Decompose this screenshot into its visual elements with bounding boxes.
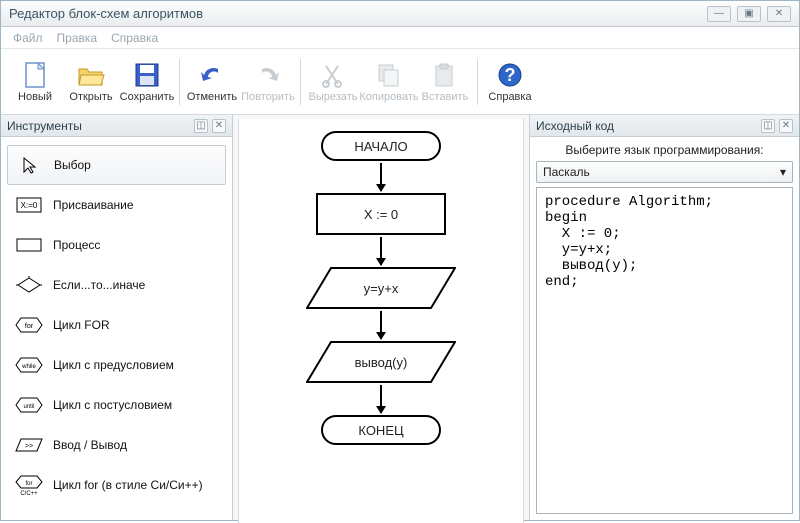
- svg-text:while: while: [21, 364, 36, 370]
- tools-panel-header: Инструменты ◫ ✕: [1, 115, 232, 137]
- app-window: Редактор блок-схем алгоритмов — ▣ ✕ Файл…: [0, 0, 800, 521]
- toolbar-separator: [300, 59, 301, 105]
- code-view[interactable]: procedure Algorithm; begin X := 0; y=y+x…: [536, 187, 793, 514]
- svg-text:X:=0: X:=0: [21, 201, 38, 210]
- tool-label: Процесс: [53, 238, 100, 252]
- tool-label: Цикл for (в стиле Си/Си++): [53, 478, 203, 492]
- language-label: Выберите язык программирования:: [536, 143, 793, 157]
- panel-float-icon[interactable]: ◫: [194, 119, 208, 133]
- tool-select[interactable]: Выбор: [7, 145, 226, 185]
- panel-close-icon[interactable]: ✕: [779, 119, 793, 133]
- svg-text:?: ?: [505, 65, 516, 85]
- cut-button[interactable]: Вырезать: [305, 53, 361, 111]
- flow-assign[interactable]: X := 0: [316, 193, 446, 235]
- toolbar-separator: [179, 59, 180, 105]
- close-button[interactable]: ✕: [767, 6, 791, 22]
- tools-list: Выбор X:=0 Присваивание Процесс Если...т…: [1, 137, 232, 520]
- for-loop-icon: for: [15, 315, 43, 335]
- undo-button[interactable]: Отменить: [184, 53, 240, 111]
- source-panel-title: Исходный код: [536, 119, 614, 133]
- help-button[interactable]: ? Справка: [482, 53, 538, 111]
- tool-if[interactable]: Если...то...иначе: [7, 265, 226, 305]
- tool-label: Цикл с предусловием: [53, 358, 174, 372]
- paste-button[interactable]: Вставить: [417, 53, 473, 111]
- cursor-icon: [16, 155, 44, 175]
- tool-for[interactable]: for Цикл FOR: [7, 305, 226, 345]
- save-icon: [133, 61, 161, 89]
- flow-arrow: [380, 311, 382, 339]
- tool-label: Цикл с постусловием: [53, 398, 172, 412]
- svg-text:for: for: [25, 481, 32, 487]
- decision-icon: [15, 275, 43, 295]
- tool-io[interactable]: >> Ввод / Вывод: [7, 425, 226, 465]
- tool-for-c[interactable]: for C/C++ Цикл for (в стиле Си/Си++): [7, 465, 226, 505]
- paste-icon: [431, 61, 459, 89]
- svg-text:for: for: [25, 323, 34, 330]
- chevron-down-icon: ▾: [780, 165, 786, 179]
- undo-icon: [198, 61, 226, 89]
- tool-process[interactable]: Процесс: [7, 225, 226, 265]
- process-icon: [15, 235, 43, 255]
- io-icon: >>: [15, 435, 43, 455]
- minimize-button[interactable]: —: [707, 6, 731, 22]
- tool-until[interactable]: until Цикл с постусловием: [7, 385, 226, 425]
- menu-file[interactable]: Файл: [13, 31, 43, 45]
- source-panel-header: Исходный код ◫ ✕: [530, 115, 799, 137]
- svg-text:until: until: [23, 404, 34, 410]
- until-loop-icon: until: [15, 395, 43, 415]
- copy-icon: [375, 61, 403, 89]
- toolbar: Новый Открыть Сохранить Отменить Повтор: [1, 49, 799, 115]
- tool-assignment[interactable]: X:=0 Присваивание: [7, 185, 226, 225]
- flow-end[interactable]: КОНЕЦ: [321, 415, 441, 445]
- maximize-button[interactable]: ▣: [737, 6, 761, 22]
- toolbar-separator: [477, 59, 478, 105]
- tool-while[interactable]: while Цикл с предусловием: [7, 345, 226, 385]
- source-panel: Исходный код ◫ ✕ Выберите язык программи…: [529, 115, 799, 520]
- panel-float-icon[interactable]: ◫: [761, 119, 775, 133]
- canvas-panel: НАЧАЛО X := 0 y=y+x вывод(y) КОНЕЦ: [233, 115, 529, 520]
- new-file-icon: [21, 61, 49, 89]
- redo-icon: [254, 61, 282, 89]
- tools-panel-title: Инструменты: [7, 119, 82, 133]
- language-select[interactable]: Паскаль ▾: [536, 161, 793, 183]
- menu-help[interactable]: Справка: [111, 31, 158, 45]
- menu-edit[interactable]: Правка: [57, 31, 98, 45]
- save-button[interactable]: Сохранить: [119, 53, 175, 111]
- content-area: Инструменты ◫ ✕ Выбор X:=0 Присваивание …: [1, 115, 799, 520]
- flow-io[interactable]: вывод(y): [306, 341, 456, 383]
- tool-label: Присваивание: [53, 198, 134, 212]
- flow-arrow: [380, 163, 382, 191]
- cut-icon: [319, 61, 347, 89]
- titlebar: Редактор блок-схем алгоритмов — ▣ ✕: [1, 1, 799, 27]
- while-loop-icon: while: [15, 355, 43, 375]
- open-folder-icon: [77, 61, 105, 89]
- help-icon: ?: [496, 61, 524, 89]
- tool-label: Ввод / Вывод: [53, 438, 127, 452]
- for-c-loop-icon: for C/C++: [15, 475, 43, 495]
- tool-label: Выбор: [54, 158, 91, 172]
- tools-panel: Инструменты ◫ ✕ Выбор X:=0 Присваивание …: [1, 115, 233, 520]
- copy-button[interactable]: Копировать: [361, 53, 417, 111]
- assignment-icon: X:=0: [15, 195, 43, 215]
- flow-process[interactable]: y=y+x: [306, 267, 456, 309]
- new-button[interactable]: Новый: [7, 53, 63, 111]
- flow-arrow: [380, 385, 382, 413]
- open-button[interactable]: Открыть: [63, 53, 119, 111]
- svg-text:C/C++: C/C++: [20, 491, 38, 496]
- tool-label: Если...то...иначе: [53, 278, 145, 292]
- flowchart-canvas[interactable]: НАЧАЛО X := 0 y=y+x вывод(y) КОНЕЦ: [238, 119, 524, 523]
- flow-start[interactable]: НАЧАЛО: [321, 131, 441, 161]
- panel-close-icon[interactable]: ✕: [212, 119, 226, 133]
- tool-label: Цикл FOR: [53, 318, 110, 332]
- window-title: Редактор блок-схем алгоритмов: [1, 6, 203, 21]
- svg-text:>>: >>: [25, 443, 33, 450]
- window-controls: — ▣ ✕: [707, 6, 799, 22]
- redo-button[interactable]: Повторить: [240, 53, 296, 111]
- menubar: Файл Правка Справка: [1, 27, 799, 49]
- source-body: Выберите язык программирования: Паскаль …: [530, 137, 799, 520]
- flow-arrow: [380, 237, 382, 265]
- language-value: Паскаль: [543, 165, 590, 179]
